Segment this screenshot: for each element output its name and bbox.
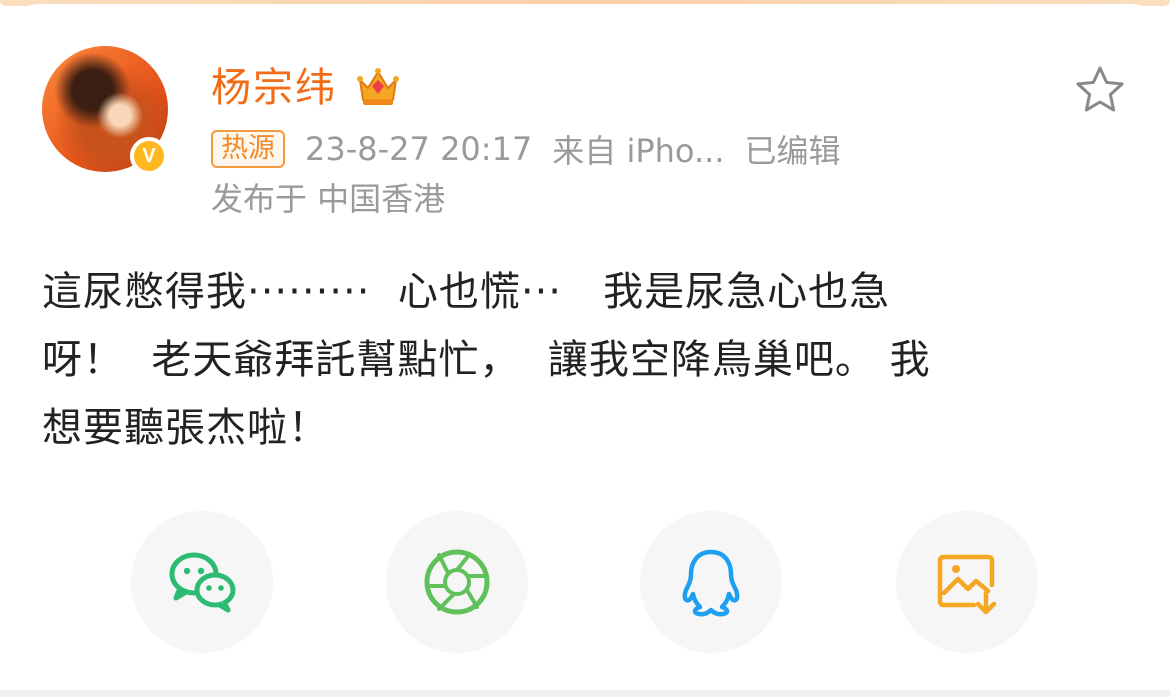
crown-vip-icon — [357, 68, 399, 105]
wechat-icon — [169, 552, 236, 613]
verified-badge-icon: V — [130, 137, 168, 175]
save-image-button[interactable] — [896, 511, 1038, 653]
qq-icon — [682, 549, 740, 617]
bottom-divider — [0, 690, 1170, 697]
author-name[interactable]: 杨宗纬 — [211, 62, 337, 114]
favorite-star-icon[interactable] — [1074, 64, 1126, 114]
share-moments-button[interactable] — [386, 511, 528, 653]
share-qq-button[interactable] — [640, 511, 782, 653]
post-source: 来自 iPho... — [552, 132, 725, 170]
post-timestamp: 23-8-27 20:17 — [305, 130, 533, 168]
hot-tag-badge[interactable]: 热源 — [211, 130, 285, 168]
moments-icon — [424, 549, 490, 615]
post-meta: 热源 23-8-27 20:17 来自 iPho... 已编辑 — [211, 128, 840, 170]
save-image-icon — [937, 554, 997, 615]
edited-label[interactable]: 已编辑 — [744, 126, 840, 172]
post-body-text: 這尿憋得我········· 心也慌··· 我是尿急心也急 呀！ 老天爺拜託幫點… — [42, 269, 931, 451]
share-wechat-button[interactable] — [131, 511, 273, 653]
post-location: 发布于 中国香港 — [211, 180, 446, 218]
